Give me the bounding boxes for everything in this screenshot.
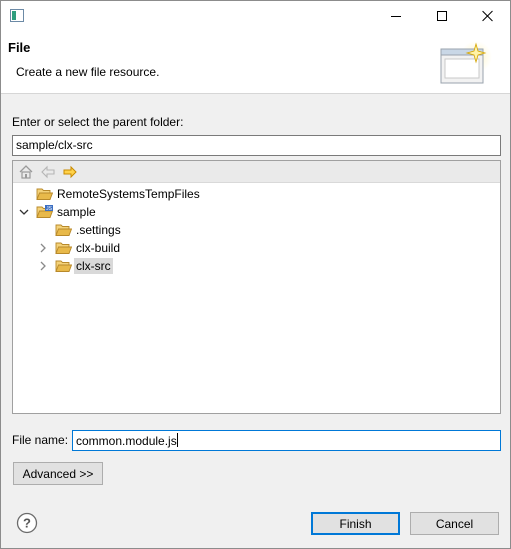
new-file-dialog: File Create a new file resource. Enter o… <box>0 0 511 549</box>
forward-arrow-icon[interactable] <box>62 164 78 180</box>
text-caret <box>176 433 178 447</box>
maximize-button[interactable] <box>419 1 465 31</box>
page-title: File <box>8 40 31 55</box>
chevron-down-icon[interactable] <box>19 207 29 217</box>
tree-item[interactable]: clx-src <box>13 257 500 275</box>
tree-item[interactable]: clx-build <box>13 239 500 257</box>
finish-button[interactable]: Finish <box>311 512 400 535</box>
maximize-icon <box>437 11 447 21</box>
back-arrow-icon[interactable] <box>40 164 56 180</box>
tree-item-label: .settings <box>76 223 121 237</box>
advanced-button[interactable]: Advanced >> <box>13 462 103 485</box>
close-button[interactable] <box>465 1 511 31</box>
tree-item[interactable]: .settings <box>13 221 500 239</box>
svg-text:?: ? <box>23 516 31 531</box>
js-project-folder-icon: JS <box>36 205 53 218</box>
file-name-value: common.module.js <box>76 434 177 448</box>
folder-icon <box>55 224 72 236</box>
folder-icon <box>55 260 72 272</box>
tree-item[interactable]: JS sample <box>13 203 500 221</box>
tree-item-label: clx-src <box>74 258 113 274</box>
title-bar <box>1 1 510 31</box>
svg-text:JS: JS <box>46 206 53 212</box>
tree-item-label: RemoteSystemsTempFiles <box>57 187 200 201</box>
help-icon[interactable]: ? <box>16 512 38 534</box>
tree-toolbar <box>13 161 500 183</box>
folder-icon <box>36 188 53 200</box>
tree-item[interactable]: RemoteSystemsTempFiles <box>13 185 500 203</box>
parent-folder-label: Enter or select the parent folder: <box>12 115 184 129</box>
file-name-input[interactable]: common.module.js <box>72 430 501 451</box>
wizard-banner: File Create a new file resource. <box>1 31 510 94</box>
chevron-right-icon[interactable] <box>38 261 48 271</box>
tree-item-label: sample <box>57 205 96 219</box>
close-icon <box>482 10 494 22</box>
folder-icon <box>55 242 72 254</box>
cancel-button[interactable]: Cancel <box>410 512 499 535</box>
minimize-icon <box>391 15 401 17</box>
app-icon <box>10 9 24 22</box>
folder-tree[interactable]: RemoteSystemsTempFiles JS sample .settings c… <box>12 160 501 414</box>
page-description: Create a new file resource. <box>16 65 160 79</box>
chevron-right-icon[interactable] <box>38 243 48 253</box>
file-name-label: File name: <box>12 433 69 447</box>
tree-item-label: clx-build <box>76 241 121 255</box>
parent-folder-input[interactable]: sample/clx-src <box>12 135 501 156</box>
new-file-wizard-icon <box>440 41 492 84</box>
minimize-button[interactable] <box>373 1 419 31</box>
home-icon[interactable] <box>18 164 34 180</box>
